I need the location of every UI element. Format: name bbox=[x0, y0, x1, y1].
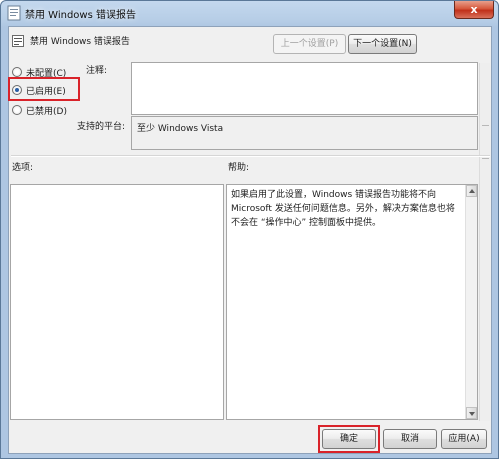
policy-document-icon bbox=[7, 5, 21, 21]
radio-button-icon bbox=[12, 105, 22, 115]
help-label: 帮助: bbox=[228, 163, 250, 173]
dialog-client-area: 禁用 Windows 错误报告 上一个设置(P) 下一个设置(N) 未配置(C)… bbox=[8, 26, 492, 454]
policy-dialog-window: 禁用 Windows 错误报告 x 禁用 Windows 错误报告 上一个设置(… bbox=[0, 0, 499, 459]
options-label: 选项: bbox=[12, 163, 34, 173]
apply-button[interactable]: 应用(A) bbox=[441, 429, 487, 449]
title-bar[interactable]: 禁用 Windows 错误报告 x bbox=[1, 1, 498, 25]
previous-setting-button[interactable]: 上一个设置(P) bbox=[273, 34, 346, 54]
radio-button-icon bbox=[12, 67, 22, 77]
scroll-up-arrow-icon[interactable] bbox=[466, 185, 477, 197]
scroll-track-mark bbox=[482, 158, 489, 159]
comment-label: 注释: bbox=[86, 66, 108, 76]
options-pane[interactable] bbox=[10, 184, 224, 420]
section-divider bbox=[11, 155, 490, 157]
supported-platform-field: 至少 Windows Vista bbox=[131, 116, 478, 150]
radio-label: 已禁用(D) bbox=[26, 106, 67, 117]
close-icon: x bbox=[470, 3, 478, 16]
help-pane[interactable]: 如果启用了此设置，Windows 错误报告功能将不向 Microsoft 发送任… bbox=[226, 184, 478, 420]
comment-textarea[interactable] bbox=[131, 62, 478, 115]
ok-highlight-box bbox=[318, 425, 380, 453]
cancel-button[interactable]: 取消 bbox=[383, 429, 437, 449]
enabled-highlight-box bbox=[8, 77, 80, 101]
help-scrollbar[interactable] bbox=[465, 185, 477, 419]
supported-platform-value: 至少 Windows Vista bbox=[137, 124, 224, 134]
supported-platform-label: 支持的平台: bbox=[77, 122, 126, 132]
scroll-down-arrow-icon[interactable] bbox=[466, 407, 477, 419]
window-title: 禁用 Windows 错误报告 bbox=[25, 10, 136, 21]
scroll-track-mark bbox=[482, 125, 489, 126]
radio-disabled[interactable]: 已禁用(D) bbox=[12, 103, 67, 117]
comment-scrollbar[interactable] bbox=[479, 63, 490, 421]
close-button[interactable]: x bbox=[454, 1, 494, 19]
setting-icon bbox=[12, 35, 24, 47]
setting-title: 禁用 Windows 错误报告 bbox=[30, 37, 130, 47]
help-text: 如果启用了此设置，Windows 错误报告功能将不向 Microsoft 发送任… bbox=[231, 190, 455, 228]
next-setting-button[interactable]: 下一个设置(N) bbox=[348, 34, 417, 54]
